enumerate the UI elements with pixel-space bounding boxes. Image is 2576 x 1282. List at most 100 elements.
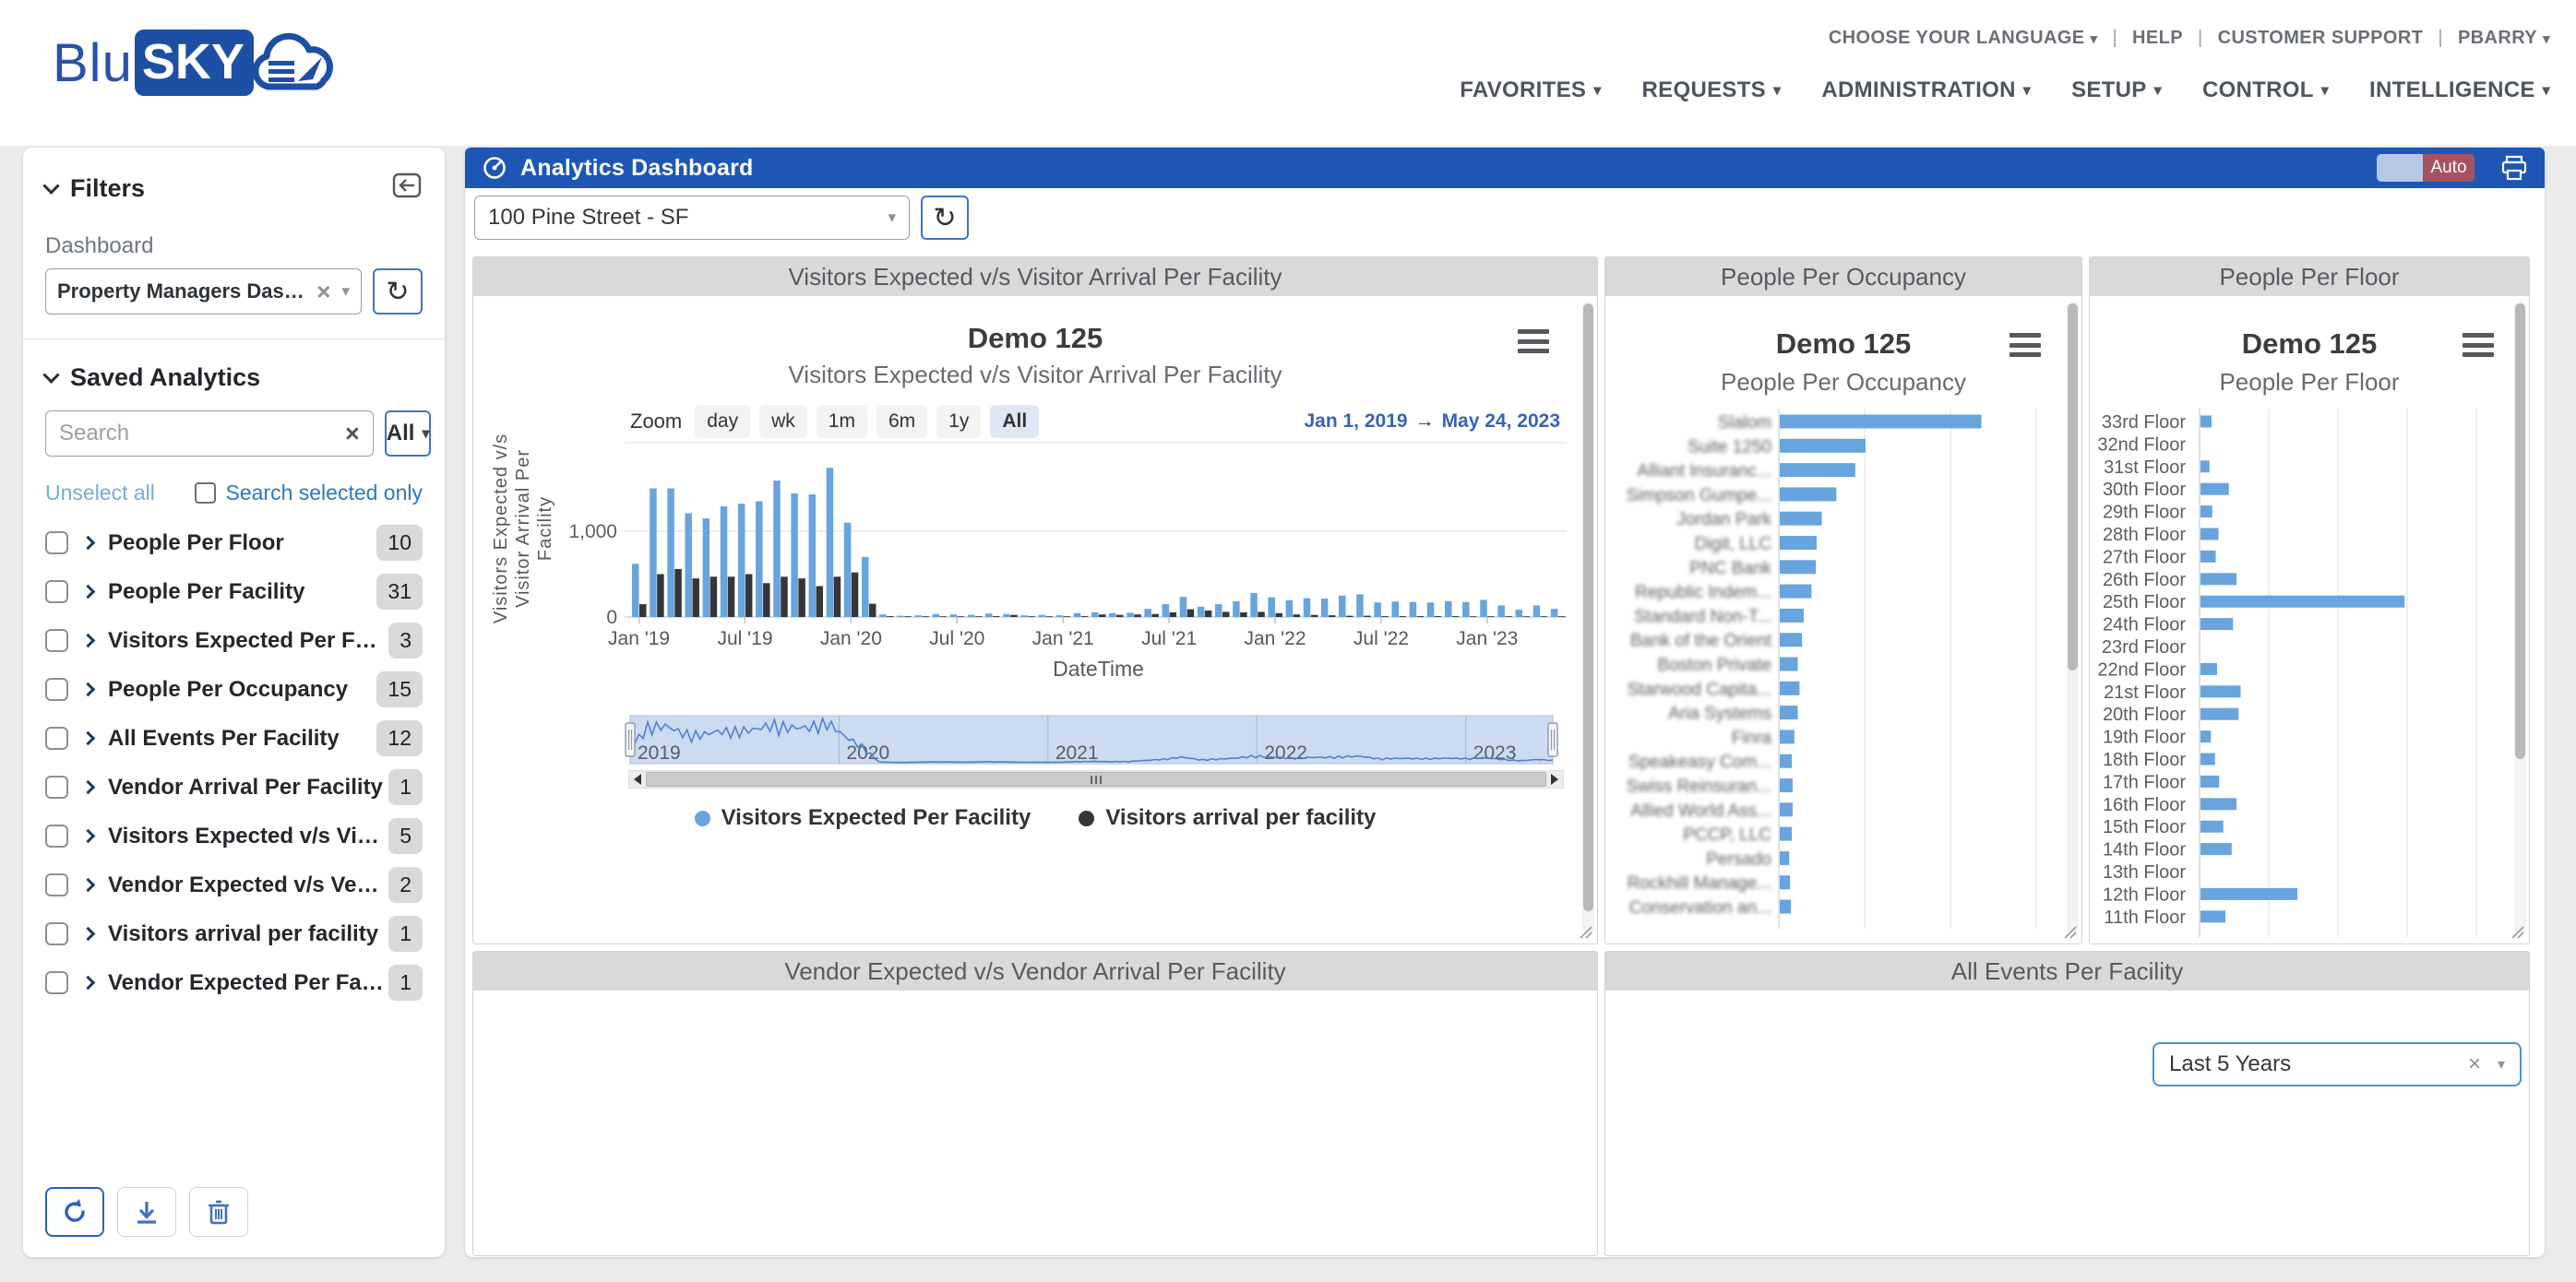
item-checkbox[interactable] [45, 678, 68, 701]
search-input[interactable] [59, 421, 345, 446]
chart-navigator[interactable]: 20192020202120222023 [473, 711, 1597, 768]
item-checkbox[interactable] [45, 580, 68, 603]
bar-expected [1391, 601, 1399, 617]
saved-analytics-item[interactable]: Visitors arrival per facility1 [45, 909, 423, 958]
unselect-all-link[interactable]: Unselect all [45, 481, 155, 505]
navigator-handle-right[interactable] [1548, 723, 1557, 756]
panel-vertical-scrollbar[interactable] [1582, 302, 1594, 934]
panel-title[interactable]: All Events Per Facility [1605, 952, 2529, 991]
bar-expected [791, 493, 798, 617]
saved-analytics-item[interactable]: Vendor Expected Per Facility1 [45, 958, 423, 1007]
dashboard-refresh-button[interactable]: ↻ [373, 268, 423, 315]
clear-icon[interactable]: × [2468, 1051, 2481, 1077]
facility-select[interactable]: 100 Pine Street - SF ▾ [474, 196, 910, 240]
nav-item-setup[interactable]: SETUP▾ [2071, 77, 2162, 103]
nav-item-intelligence[interactable]: INTELLIGENCE▾ [2369, 77, 2550, 103]
scroll-left-arrow[interactable] [629, 771, 646, 788]
bar-arrival [639, 604, 647, 617]
facility-refresh-button[interactable]: ↻ [921, 196, 969, 240]
item-checkbox[interactable] [45, 727, 68, 750]
panel-title[interactable]: People Per Occupancy [1605, 257, 2081, 296]
topbar-link-help[interactable]: HELP [2132, 28, 2183, 49]
auto-refresh-toggle[interactable]: Auto [2377, 154, 2475, 182]
filters-header[interactable]: Filters [45, 170, 423, 208]
nav-item-control[interactable]: CONTROL▾ [2202, 77, 2329, 103]
item-checkbox[interactable] [45, 776, 68, 799]
item-checkbox[interactable] [45, 922, 68, 945]
clear-icon[interactable]: × [313, 278, 334, 306]
saved-analytics-item[interactable]: Visitors Expected Per Facility3 [45, 616, 423, 665]
resize-handle-icon[interactable] [2509, 923, 2525, 940]
chart-menu-button[interactable] [2010, 333, 2041, 357]
separator: | [2438, 28, 2443, 49]
bar-arrival [1275, 613, 1282, 617]
saved-analytics-item[interactable]: Vendor Expected v/s Vendor Arri...2 [45, 861, 423, 909]
category-label: Starwood Capita... [1628, 680, 1771, 699]
panel-title[interactable]: Vendor Expected v/s Vendor Arrival Per F… [473, 952, 1597, 991]
chart-scrollbar[interactable] [628, 770, 1564, 789]
legend-item[interactable]: Visitors arrival per facility [1079, 805, 1376, 831]
topbar-link-pbarry[interactable]: PBARRY▾ [2458, 28, 2550, 49]
chart-menu-button[interactable] [2463, 333, 2494, 357]
all-filter-button[interactable]: All ▾ [385, 410, 432, 457]
item-checkbox[interactable] [45, 873, 68, 896]
clear-search-icon[interactable]: × [345, 420, 360, 448]
item-label: Vendor Arrival Per Facility [108, 775, 383, 801]
delete-button[interactable] [189, 1187, 248, 1237]
legend-item[interactable]: Visitors Expected Per Facility [695, 805, 1032, 831]
bar-arrival [1099, 614, 1106, 617]
time-range-select[interactable]: Last 5 Years × ▾ [2153, 1042, 2522, 1086]
category-label: 23rd Floor [2102, 637, 2186, 658]
nav-item-requests[interactable]: REQUESTS▾ [1642, 77, 1782, 103]
resize-handle-icon[interactable] [2061, 923, 2078, 940]
panel-title[interactable]: Visitors Expected v/s Visitor Arrival Pe… [473, 257, 1597, 296]
item-checkbox[interactable] [45, 629, 68, 652]
scrollbar-thumb[interactable] [646, 772, 1546, 787]
item-count-badge: 2 [388, 867, 423, 903]
legend-label: Visitors Expected Per Facility [722, 805, 1032, 831]
blusky-logo: BluSKY [53, 20, 344, 105]
app-header: BluSKY CHOOSE YOUR LANGUAGE▾ | HELP | CUSTOM… [0, 0, 2576, 146]
bar-arrival [1151, 614, 1159, 617]
saved-analytics-item[interactable]: All Events Per Facility12 [45, 714, 423, 763]
resize-handle-icon[interactable] [1577, 923, 1593, 940]
download-button[interactable] [117, 1187, 176, 1237]
nav-item-favorites[interactable]: FAVORITES▾ [1460, 77, 1601, 103]
item-checkbox[interactable] [45, 825, 68, 848]
reset-button[interactable] [45, 1187, 104, 1237]
caret-down-icon[interactable]: ▾ [341, 282, 350, 301]
panel-title[interactable]: People Per Floor [2090, 257, 2529, 296]
item-checkbox[interactable] [45, 971, 68, 994]
saved-analytics-header[interactable]: Saved Analytics [45, 363, 423, 392]
panel-vertical-scrollbar[interactable] [2514, 302, 2526, 934]
navigator-handle-left[interactable] [626, 723, 635, 756]
scroll-right-arrow[interactable] [1546, 771, 1563, 788]
separator: | [2112, 28, 2117, 49]
bar [2200, 663, 2217, 675]
search-selected-only-checkbox[interactable] [195, 482, 216, 504]
panel-vertical-scrollbar[interactable] [2067, 302, 2079, 934]
saved-analytics-item[interactable]: People Per Floor10 [45, 518, 423, 567]
chart-title: Demo 125 [473, 322, 1597, 355]
bar-arrival [1258, 611, 1265, 617]
nav-item-administration[interactable]: ADMINISTRATION▾ [1821, 77, 2031, 103]
category-label: Republic Indem... [1635, 583, 1771, 602]
saved-analytics-item[interactable]: Vendor Arrival Per Facility1 [45, 763, 423, 812]
collapse-sidebar-button[interactable] [391, 170, 423, 208]
navigator-year-label: 2021 [1055, 742, 1099, 764]
logo-text-blu: Blu [53, 32, 133, 94]
saved-analytics-item[interactable]: People Per Occupancy15 [45, 665, 423, 714]
bar-arrival [1222, 611, 1230, 617]
saved-analytics-item[interactable]: Visitors Expected v/s Visitor Arri...5 [45, 812, 423, 861]
item-checkbox[interactable] [45, 531, 68, 554]
caret-down-icon: ▾ [888, 208, 896, 227]
chart-menu-button[interactable] [1518, 329, 1549, 353]
caret-down-icon: ▾ [2154, 81, 2162, 100]
topbar-link-customer-support[interactable]: CUSTOMER SUPPORT [2218, 28, 2424, 49]
topbar-link-choose-your-language[interactable]: CHOOSE YOUR LANGUAGE▾ [1829, 28, 2098, 49]
print-icon[interactable] [2500, 155, 2528, 181]
dashboard-select[interactable]: Property Managers Dashboard × ▾ [45, 268, 362, 315]
saved-analytics-item[interactable]: People Per Facility31 [45, 567, 423, 616]
x-tick-label: Jan '22 [1244, 628, 1306, 649]
bar [1780, 463, 1855, 477]
